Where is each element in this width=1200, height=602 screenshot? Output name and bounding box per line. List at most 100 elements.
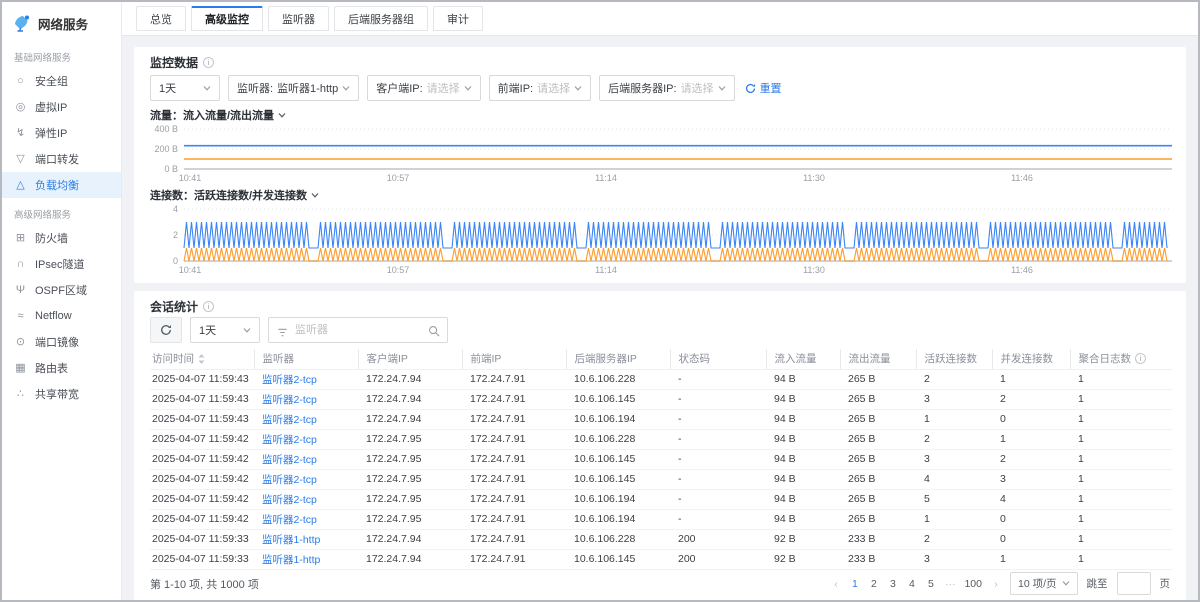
tab-advanced-monitoring[interactable]: 高级监控 [191,6,263,31]
sort-icon[interactable] [198,354,205,364]
sidebar-item-virtual-ip[interactable]: ◎虚拟IP [2,94,121,120]
traffic-metric-select[interactable]: 流量：流入流量/流出流量 [150,107,1170,123]
cell-outbound-traffic: 233 B [840,549,916,569]
col-access-time[interactable]: 访问时间 [150,349,254,369]
listener-link[interactable]: 监听器2-tcp [262,414,317,426]
reset-button[interactable]: 重置 [745,80,782,96]
sidebar-item-label: IPsec隧道 [35,256,85,272]
cell-client-ip: 172.24.7.95 [358,469,462,489]
col-backend-server-ip: 后端服务器IP [566,349,670,369]
sidebar: 网络服务 基础网络服务○安全组◎虚拟IP↯弹性IP▽端口转发△负载均衡高级网络服… [2,2,122,600]
cell-listener: 监听器2-tcp [254,449,358,469]
cell-frontend-ip: 172.24.7.91 [462,409,566,429]
search-icon[interactable] [428,324,440,342]
cell-status-code: - [670,369,766,389]
svg-text:11:46: 11:46 [1011,173,1033,183]
svg-text:11:14: 11:14 [595,265,617,275]
client-ip-select[interactable]: 客户端IP:请选择 [367,75,480,101]
traffic-chart: 400 B200 B0 B10:4110:5711:1411:3011:46 [150,123,1172,185]
sidebar-item-label: 端口转发 [35,151,79,167]
refresh-button[interactable] [150,317,182,343]
cell-concurrent-connections: 1 [992,369,1070,389]
firewall-icon: ⊞ [14,233,27,244]
page-button-3[interactable]: 3 [888,578,898,590]
backend-server-ip-select-ph: 请选择 [681,80,714,96]
time-range-select[interactable]: 1天 [150,75,220,101]
next-page-button[interactable]: › [991,578,1001,590]
cell-frontend-ip: 172.24.7.91 [462,429,566,449]
page-button-1[interactable]: 1 [850,578,860,590]
cell-outbound-traffic: 265 B [840,429,916,449]
svg-text:11:30: 11:30 [803,173,825,183]
listener-link[interactable]: 监听器1-http [262,554,320,566]
listener-link[interactable]: 监听器2-tcp [262,434,317,446]
info-icon[interactable]: i [203,57,214,68]
cell-aggregated-logs: 1 [1070,369,1172,389]
listener-select[interactable]: 监听器:监听器1-http [228,75,359,101]
table-row: 2025-04-07 11:59:42监听器2-tcp172.24.7.9517… [150,489,1172,509]
shared-bandwidth-icon: ∴ [14,389,27,400]
page-button-5[interactable]: 5 [926,578,936,590]
listener-link[interactable]: 监听器2-tcp [262,514,317,526]
listener-search-input[interactable] [295,324,423,336]
cell-backend-server-ip: 10.6.106.145 [566,469,670,489]
info-icon[interactable]: i [1135,353,1146,364]
page-size-select[interactable]: 10 项/页 [1010,572,1078,595]
table-row: 2025-04-07 11:59:43监听器2-tcp172.24.7.9417… [150,389,1172,409]
cell-listener: 监听器1-http [254,529,358,549]
cell-backend-server-ip: 10.6.106.145 [566,549,670,569]
backend-server-ip-select[interactable]: 后端服务器IP:请选择 [599,75,734,101]
netflow-icon: ≈ [14,311,27,322]
col-label-backend-server-ip: 后端服务器IP [575,351,637,366]
session-time-range-select[interactable]: 1天 [190,317,260,343]
tab-audit[interactable]: 审计 [433,6,483,31]
page-button-100[interactable]: 100 [964,578,982,590]
route-table-icon: ▦ [14,363,27,374]
listener-link[interactable]: 监听器2-tcp [262,394,317,406]
cell-backend-server-ip: 10.6.106.228 [566,529,670,549]
sidebar-item-route-table[interactable]: ▦ 路由表 [2,355,121,381]
sidebar-item-shared-bandwidth[interactable]: ∴共享带宽 [2,381,121,407]
svg-text:2: 2 [173,230,178,240]
table-row: 2025-04-07 11:59:43监听器2-tcp172.24.7.9417… [150,409,1172,429]
sidebar-item-netflow[interactable]: ≈Netflow [2,303,121,329]
sidebar-item-label: 路由表 [35,360,68,376]
jump-page-input[interactable] [1117,572,1151,595]
listener-link[interactable]: 监听器2-tcp [262,494,317,506]
prev-page-button[interactable]: ‹ [831,578,841,590]
sidebar-item-ipsec-tunnel[interactable]: ∩IPsec隧道 [2,251,121,277]
sidebar-item-port-forwarding[interactable]: ▽端口转发 [2,146,121,172]
svg-text:10:41: 10:41 [179,265,202,275]
connections-metric-select[interactable]: 连接数：活跃连接数/并发连接数 [150,187,1170,203]
cell-active-connections: 3 [916,449,992,469]
tab-backend-server-groups[interactable]: 后端服务器组 [334,6,428,31]
col-concurrent-connections: 并发连接数 [992,349,1070,369]
chevron-down-icon [574,86,582,91]
tab-listeners[interactable]: 监听器 [268,6,329,31]
page-button-2[interactable]: 2 [869,578,879,590]
sidebar-item-firewall[interactable]: ⊞防火墙 [2,225,121,251]
svg-text:200 B: 200 B [154,144,178,154]
cell-inbound-traffic: 92 B [766,549,840,569]
listener-link[interactable]: 监听器1-http [262,534,320,546]
session-card: 会话统计 i 1天 [134,291,1186,600]
sidebar-item-ospf-area[interactable]: ΨOSPF区域 [2,277,121,303]
cell-active-connections: 2 [916,529,992,549]
traffic-metric-label: 流量：流入流量/流出流量 [150,107,274,123]
sidebar-item-elastic-ip[interactable]: ↯弹性IP [2,120,121,146]
listener-link[interactable]: 监听器2-tcp [262,374,317,386]
listener-link[interactable]: 监听器2-tcp [262,454,317,466]
chevron-down-icon [203,86,211,91]
cell-concurrent-connections: 0 [992,509,1070,529]
page-button-4[interactable]: 4 [907,578,917,590]
tab-overview[interactable]: 总览 [136,6,186,31]
cell-outbound-traffic: 265 B [840,409,916,429]
sidebar-item-load-balancer[interactable]: △负载均衡 [2,172,121,198]
session-toolbar: 1天 [150,317,1170,343]
frontend-ip-select[interactable]: 前端IP:请选择 [489,75,591,101]
info-icon[interactable]: i [203,301,214,312]
sidebar-item-port-mirroring[interactable]: ⊙端口镜像 [2,329,121,355]
cell-access-time: 2025-04-07 11:59:43 [150,369,254,389]
sidebar-item-security-group[interactable]: ○安全组 [2,68,121,94]
listener-link[interactable]: 监听器2-tcp [262,474,317,486]
